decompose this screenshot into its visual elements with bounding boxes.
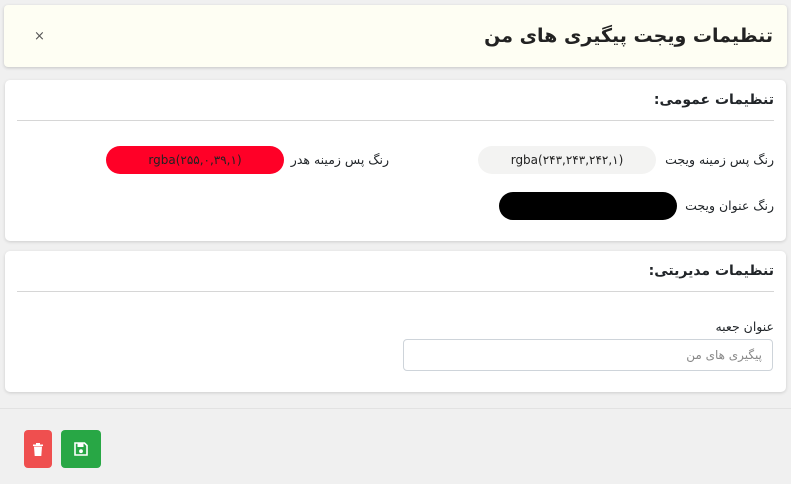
header-bg-color-picker[interactable]: rgba(۲۵۵,۰,۳۹,۱) bbox=[106, 146, 284, 174]
admin-settings-card: تنظیمات مدیریتی: عنوان جعبه bbox=[5, 251, 786, 392]
modal-header: تنظیمات ویجت پیگیری های من × bbox=[4, 5, 787, 67]
general-settings-title: تنظیمات عمومی: bbox=[653, 92, 774, 108]
header-bg-label: رنگ پس زمینه هدر bbox=[290, 152, 389, 167]
footer-divider bbox=[0, 408, 791, 409]
trash-icon bbox=[33, 442, 43, 456]
modal-title: تنظیمات ویجت پیگیری های من bbox=[484, 25, 773, 47]
close-button[interactable]: × bbox=[34, 29, 45, 44]
admin-settings-title: تنظیمات مدیریتی: bbox=[648, 263, 774, 279]
widget-bg-color-picker[interactable]: rgba(۲۴۳,۲۴۳,۲۴۲,۱) bbox=[478, 146, 656, 174]
box-title-input[interactable] bbox=[403, 339, 773, 371]
title-color-label: رنگ عنوان ویجت bbox=[685, 198, 774, 213]
save-button[interactable] bbox=[61, 430, 101, 468]
general-divider bbox=[17, 120, 774, 121]
title-color-picker[interactable] bbox=[499, 192, 677, 220]
general-settings-card: تنظیمات عمومی: رنگ پس زمینه ویجت rgba(۲۴… bbox=[5, 80, 786, 241]
delete-button[interactable] bbox=[24, 430, 52, 468]
widget-bg-label: رنگ پس زمینه ویجت bbox=[665, 152, 774, 167]
box-title-label: عنوان جعبه bbox=[715, 319, 774, 334]
floppy-disk-icon bbox=[74, 442, 88, 456]
admin-divider bbox=[17, 291, 774, 292]
